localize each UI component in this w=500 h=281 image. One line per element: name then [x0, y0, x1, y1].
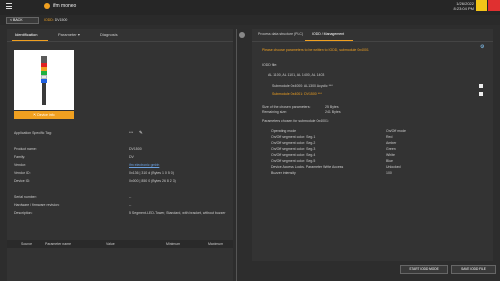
datetime: 1/26/2022 8:23:04 PM — [432, 1, 474, 11]
family-value: DV — [129, 155, 134, 159]
tab-parameter-label: Parameter — [58, 32, 77, 37]
tab-divider — [7, 41, 233, 42]
error-status-indicator[interactable] — [488, 0, 500, 11]
right-panel — [252, 29, 493, 261]
column-header[interactable]: Source — [21, 242, 32, 246]
chevron-down-icon: ▾ — [77, 32, 80, 37]
hw-revision-value: -- — [129, 203, 132, 207]
column-header[interactable]: Value — [106, 242, 115, 246]
brand-title: ifm moneo — [53, 3, 77, 9]
collapse-icon[interactable] — [239, 32, 245, 38]
column-header[interactable]: Parameter name — [45, 242, 71, 246]
tab-parameter[interactable]: Parameter ▾ — [58, 32, 80, 37]
nav-bar — [0, 15, 500, 25]
tower-base — [42, 83, 46, 105]
vendor-id-label: Vendor ID: — [14, 171, 31, 175]
param-value: Green — [386, 147, 396, 151]
vendor-label: Vendor: — [14, 163, 27, 167]
tab-identification[interactable]: Identification — [15, 32, 37, 37]
iodd-file-value: AL 1100, AL 1101, AL 1400, AL 1403 — [268, 73, 325, 77]
submodule-2[interactable]: Submodule 0x4001: DV1500 *** — [272, 92, 322, 96]
tower-cap — [41, 56, 47, 63]
delete-icon[interactable] — [479, 92, 483, 96]
param-name: On/Off segment color: Seg.3 — [271, 147, 316, 151]
breadcrumb-prefix: IODD: — [44, 18, 55, 22]
param-name: On/Off segment color: Seg.5 — [271, 159, 316, 163]
tab-iodd-management[interactable]: IODD / Management — [312, 32, 344, 36]
size-label: Size of the chosen parameters: — [262, 105, 311, 109]
time-text: 8:23:04 PM — [453, 6, 474, 11]
submodule-1[interactable]: Submodule 0x4000: AL1300 Acyclic *** — [272, 84, 333, 88]
device-info-label: Device info — [37, 113, 55, 117]
hw-revision-label: Hardware / firmware revision: — [14, 203, 60, 207]
back-button[interactable]: < BACK — [6, 17, 39, 24]
param-value: On/Off mode — [386, 129, 406, 133]
param-value: Unlocked — [386, 165, 401, 169]
device-info-button[interactable]: ⇱ Device info — [14, 111, 74, 119]
start-iodd-mode-button[interactable]: START IODD MODE — [400, 265, 448, 274]
column-header[interactable]: Maximum — [208, 242, 223, 246]
param-name: On/Off segment color: Seg.4 — [271, 153, 316, 157]
tab-diagnosis[interactable]: Diagnosis — [100, 32, 118, 37]
param-name: Device Access Locks. Parameter Write Acc… — [271, 165, 344, 169]
vendor-link[interactable]: ifm electronic gmbh — [129, 163, 159, 167]
tab-divider — [252, 41, 493, 42]
device-id-label: Device ID: — [14, 179, 31, 183]
breadcrumb: IODD: DV1500 — [44, 18, 67, 22]
param-name: Buzzer intensity — [271, 171, 296, 175]
vendor-id-value: 0x136 | 310 d (Bytes 1 0 5 0) — [129, 171, 174, 175]
warning-status-indicator[interactable] — [476, 0, 487, 11]
serial-label: Serial number: — [14, 195, 37, 199]
param-value: 100 — [386, 171, 392, 175]
param-name: On/Off segment color: Seg.1 — [271, 135, 316, 139]
warning-message: Please choose parameters to be written t… — [262, 48, 369, 52]
param-name: On/Off segment color: Seg.2 — [271, 141, 316, 145]
menu-icon[interactable] — [6, 3, 12, 9]
app-tag-value: *** — [129, 131, 134, 135]
param-table-header — [7, 240, 233, 248]
remaining-value: 241 Bytes — [325, 110, 341, 114]
product-name-label: Product name: — [14, 147, 37, 151]
save-iodd-file-button[interactable]: SAVE IODD FILE — [451, 265, 496, 274]
device-id-value: 0x000 | 850 0 (Bytes 26 8 2 3) — [129, 179, 176, 183]
edit-icon[interactable]: ✎ — [139, 130, 143, 136]
param-value: Red — [386, 135, 393, 139]
iodd-file-label: IODD file: — [262, 63, 278, 67]
panel-splitter[interactable] — [236, 29, 237, 281]
description-value: 5 Segment-LED-Tower, Standard, with brac… — [129, 211, 226, 215]
device-image — [14, 50, 74, 110]
size-value: 25 Bytes — [325, 105, 339, 109]
params-title: Parameters chosen for submodule 0x4001: — [262, 119, 329, 123]
product-name-value: DV1500 — [129, 147, 142, 151]
app-tag-label: Application Specific Tag: — [14, 131, 52, 135]
description-label: Description: — [14, 211, 33, 215]
serial-value: -- — [129, 195, 132, 199]
remaining-label: Remaining size: — [262, 110, 287, 114]
gear-icon[interactable]: ⚙ — [480, 45, 485, 50]
param-value: Blue — [386, 159, 394, 163]
column-header[interactable]: Minimum — [166, 242, 180, 246]
tab-process-data[interactable]: Process data structure (PLC) — [258, 32, 303, 36]
family-label: Family: — [14, 155, 26, 159]
param-name: Operating mode — [271, 129, 297, 133]
param-value: Amber — [386, 141, 397, 145]
delete-icon[interactable] — [479, 84, 483, 88]
param-value: White — [386, 153, 395, 157]
breadcrumb-device: DV1500 — [54, 18, 68, 22]
brand-logo-icon — [44, 3, 50, 9]
